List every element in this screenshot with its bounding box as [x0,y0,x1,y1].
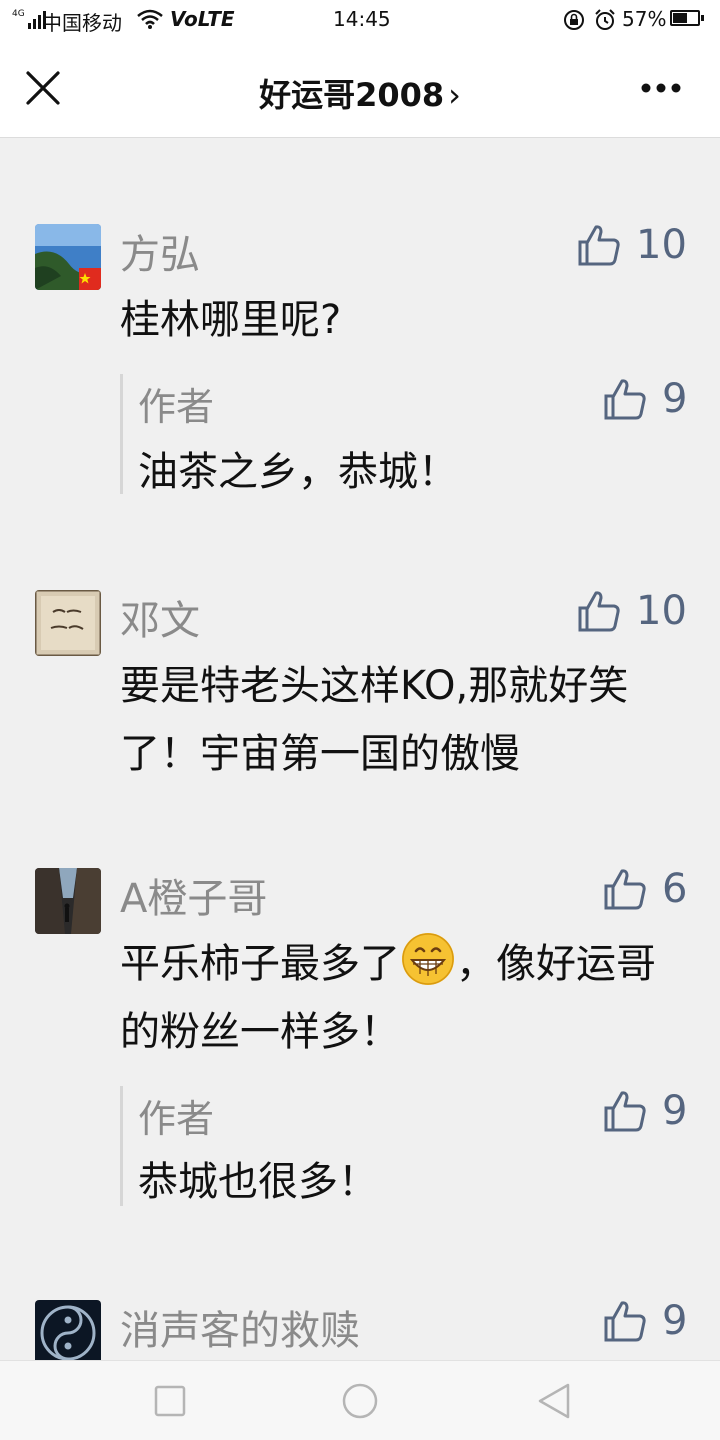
alarm-icon [593,8,617,37]
like-button[interactable]: 6 [602,866,687,912]
reply-text: 油茶之乡，恭城！ [138,449,458,495]
comment-author: A橙子哥 [120,876,268,922]
reply-divider [120,374,123,494]
wifi-icon [136,8,164,35]
comment-text: 桂林哪里呢? [120,297,342,343]
reply-author: 作者 [138,385,215,429]
like-count: 10 [636,588,687,634]
avatar[interactable] [35,1300,101,1360]
like-button[interactable]: 10 [576,588,687,634]
more-button[interactable] [636,76,686,100]
rotation-lock-icon [562,8,586,37]
status-bar: 4G 中国移动 VoLTE 14:45 57% [0,0,720,40]
title-text: 好运哥2008 [259,76,445,114]
screen: 4G 中国移动 VoLTE 14:45 57% 好运哥2008 › 方弘 10 … [0,0,720,1440]
comment-list: 方弘 10 桂林哪里呢? 作者 9 油茶之乡，恭城！ 邓文 10 要是特老头这样… [0,138,720,1360]
thumbs-up-icon [604,379,646,420]
volte-indicator: VoLTE [170,7,235,31]
back-triangle-icon [538,1383,570,1419]
comment-author: 邓文 [120,598,200,644]
thumbs-up-icon [604,1091,646,1132]
grinning-face-emoji [402,933,454,985]
comment-text-part: 平乐柿子最多了 [120,941,400,987]
back-button[interactable] [536,1381,572,1425]
signal-icon: 4G [12,9,46,29]
reply-text: 恭城也很多！ [138,1159,378,1205]
like-button[interactable]: 10 [576,222,687,268]
system-nav-bar [0,1360,720,1440]
battery-icon [670,10,704,26]
page-title[interactable]: 好运哥2008 › [0,70,720,116]
like-count: 10 [636,222,687,268]
comment-author: 方弘 [120,232,200,278]
thumbs-up-icon [578,591,620,632]
like-count: 9 [662,1298,688,1344]
battery-percent: 57% [622,7,667,31]
like-button[interactable]: 9 [602,1088,687,1134]
like-button[interactable]: 9 [602,376,687,422]
comment-text: 要是特老头这样KO,那就好笑了！宇宙第一国的傲慢 [120,663,629,777]
battery-fill [673,13,687,23]
like-count: 9 [662,1088,688,1134]
square-icon [154,1385,186,1417]
more-icon [641,83,681,93]
clock: 14:45 [333,7,391,31]
like-button[interactable]: 9 [602,1298,687,1344]
reply-divider [120,1086,123,1206]
title-bar: 好运哥2008 › [0,40,720,138]
network-type: 4G [12,9,25,19]
circle-icon [342,1383,378,1419]
carrier-name: 中国移动 [42,11,122,35]
thumbs-up-icon [578,225,620,266]
comment-text: 平乐柿子最多了 ，像好运哥的粉丝一样多！ [120,930,680,1066]
recents-button[interactable] [154,1381,186,1425]
avatar[interactable] [35,224,101,290]
avatar[interactable] [35,868,101,934]
chevron-right-icon: › [448,76,461,114]
like-count: 6 [662,866,688,912]
comment-author: 消声客的救赎 [120,1308,360,1354]
reply-author: 作者 [138,1097,215,1141]
thumbs-up-icon [604,1301,646,1342]
home-button[interactable] [340,1381,380,1425]
thumbs-up-icon [604,869,646,910]
avatar[interactable] [35,590,101,656]
like-count: 9 [662,376,688,422]
